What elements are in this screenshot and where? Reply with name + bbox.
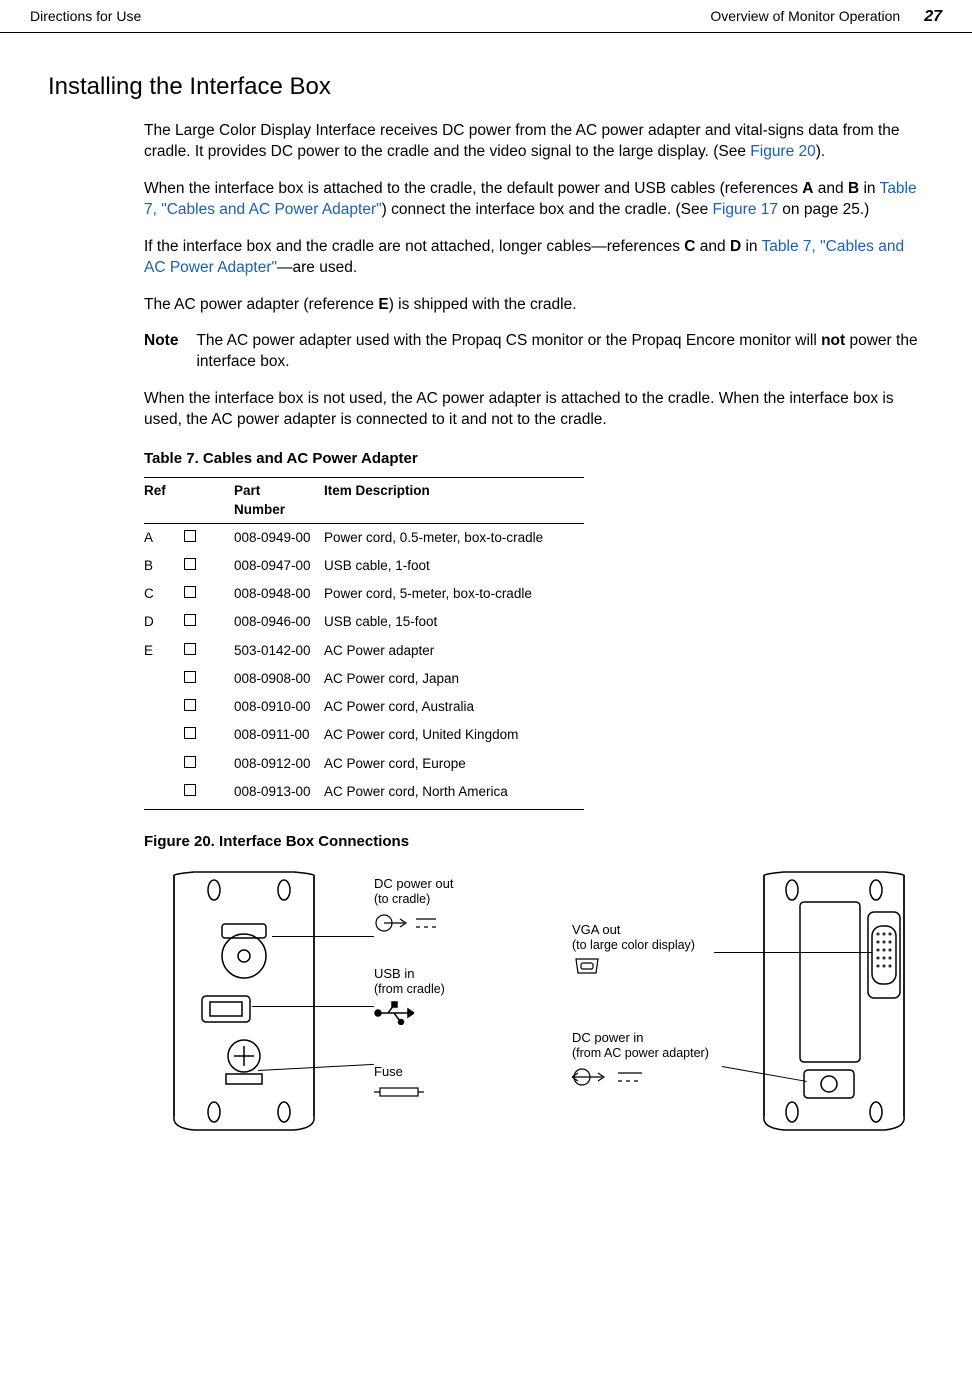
cell-part: 008-0949-00 <box>234 523 324 552</box>
cell-part: 008-0946-00 <box>234 608 324 636</box>
cell-part: 008-0911-00 <box>234 721 324 749</box>
callout-usb-in: USB in (from cradle) <box>374 966 445 1025</box>
cell-desc: AC Power cord, United Kingdom <box>324 721 584 749</box>
header-section: Overview of Monitor Operation <box>710 8 900 24</box>
link-figure-20[interactable]: Figure 20 <box>750 143 815 160</box>
cell-ref <box>144 665 184 693</box>
cell-desc: Power cord, 0.5-meter, box-to-cradle <box>324 523 584 552</box>
callout-dc-power-in: DC power in (from AC power adapter) <box>572 1030 709 1089</box>
table-row: E 503-0142-00AC Power adapter <box>144 637 584 665</box>
checkbox-icon <box>184 699 196 711</box>
paragraph-3: If the interface box and the cradle are … <box>144 237 924 279</box>
note-label: Note <box>144 331 178 373</box>
cell-ref <box>144 750 184 778</box>
figure-area: DC power out (to cradle) USB in (from cr… <box>144 866 924 1166</box>
table-caption: Table 7. Cables and AC Power Adapter <box>144 449 924 469</box>
figure-caption: Figure 20. Interface Box Connections <box>144 832 924 852</box>
cell-ref: A <box>144 523 184 552</box>
checkbox-icon <box>184 784 196 796</box>
cell-checkbox <box>184 580 234 608</box>
checkbox-icon <box>184 671 196 683</box>
table-row: 008-0912-00AC Power cord, Europe <box>144 750 584 778</box>
table-row: C 008-0948-00Power cord, 5-meter, box-to-… <box>144 580 584 608</box>
cell-checkbox <box>184 608 234 636</box>
cell-checkbox <box>184 523 234 552</box>
fuse-icon <box>374 1084 424 1100</box>
table-row: 008-0911-00AC Power cord, United Kingdom <box>144 721 584 749</box>
callout-vga-out: VGA out (to large color display) <box>572 922 695 975</box>
cell-desc: AC Power cord, North America <box>324 778 584 810</box>
cell-part: 008-0947-00 <box>234 552 324 580</box>
cell-ref <box>144 721 184 749</box>
page-number: 27 <box>924 8 942 26</box>
table-row: 008-0913-00AC Power cord, North America <box>144 778 584 810</box>
cell-desc: AC Power adapter <box>324 637 584 665</box>
table-row: D 008-0946-00USB cable, 15-foot <box>144 608 584 636</box>
page-header: Directions for Use Overview of Monitor O… <box>0 0 972 33</box>
cell-part: 008-0913-00 <box>234 778 324 810</box>
th-ref: Ref <box>144 478 184 523</box>
checkbox-icon <box>184 614 196 626</box>
header-right: Overview of Monitor Operation 27 <box>710 8 942 26</box>
paragraph-4: The AC power adapter (reference E) is sh… <box>144 295 924 316</box>
cell-desc: Power cord, 5-meter, box-to-cradle <box>324 580 584 608</box>
cell-checkbox <box>184 750 234 778</box>
table-row: B 008-0947-00USB cable, 1-foot <box>144 552 584 580</box>
cell-ref <box>144 778 184 810</box>
cell-part: 008-0948-00 <box>234 580 324 608</box>
parts-table: Ref Part Number Item Description A 008-09… <box>144 477 584 810</box>
paragraph-5: When the interface box is not used, the … <box>144 389 924 431</box>
cell-desc: AC Power cord, Japan <box>324 665 584 693</box>
callout-dc-power-out: DC power out (to cradle) <box>374 876 454 935</box>
cell-ref: D <box>144 608 184 636</box>
cell-checkbox <box>184 552 234 580</box>
device-left-illustration <box>144 866 344 1136</box>
cell-checkbox <box>184 693 234 721</box>
table-row: A 008-0949-00Power cord, 0.5-meter, box-t… <box>144 523 584 552</box>
cell-desc: AC Power cord, Australia <box>324 693 584 721</box>
cell-ref: E <box>144 637 184 665</box>
dc-out-icon <box>374 911 454 935</box>
cell-part: 503-0142-00 <box>234 637 324 665</box>
cell-desc: USB cable, 1-foot <box>324 552 584 580</box>
th-checkbox <box>184 478 234 523</box>
checkbox-icon <box>184 643 196 655</box>
cell-ref: B <box>144 552 184 580</box>
paragraph-2: When the interface box is attached to th… <box>144 179 924 221</box>
note-block: Note The AC power adapter used with the … <box>144 331 924 373</box>
device-right-illustration <box>744 866 924 1136</box>
checkbox-icon <box>184 727 196 739</box>
checkbox-icon <box>184 586 196 598</box>
cell-checkbox <box>184 637 234 665</box>
cell-part: 008-0910-00 <box>234 693 324 721</box>
cell-desc: AC Power cord, Europe <box>324 750 584 778</box>
usb-icon <box>374 1001 414 1025</box>
checkbox-icon <box>184 558 196 570</box>
header-left: Directions for Use <box>30 8 141 24</box>
vga-icon <box>572 957 602 975</box>
note-text: The AC power adapter used with the Propa… <box>196 331 924 373</box>
cell-ref: C <box>144 580 184 608</box>
callout-fuse: Fuse <box>374 1064 424 1100</box>
checkbox-icon <box>184 756 196 768</box>
table-row: 008-0908-00AC Power cord, Japan <box>144 665 584 693</box>
cell-part: 008-0912-00 <box>234 750 324 778</box>
th-desc: Item Description <box>324 478 584 523</box>
cell-checkbox <box>184 721 234 749</box>
paragraph-1: The Large Color Display Interface receiv… <box>144 121 924 163</box>
table-row: 008-0910-00AC Power cord, Australia <box>144 693 584 721</box>
cell-ref <box>144 693 184 721</box>
checkbox-icon <box>184 530 196 542</box>
cell-part: 008-0908-00 <box>234 665 324 693</box>
dc-in-icon <box>572 1065 662 1089</box>
cell-checkbox <box>184 665 234 693</box>
th-part: Part Number <box>234 478 324 523</box>
cell-desc: USB cable, 15-foot <box>324 608 584 636</box>
cell-checkbox <box>184 778 234 810</box>
section-title: Installing the Interface Box <box>48 73 924 101</box>
link-figure-17[interactable]: Figure 17 <box>713 201 778 218</box>
